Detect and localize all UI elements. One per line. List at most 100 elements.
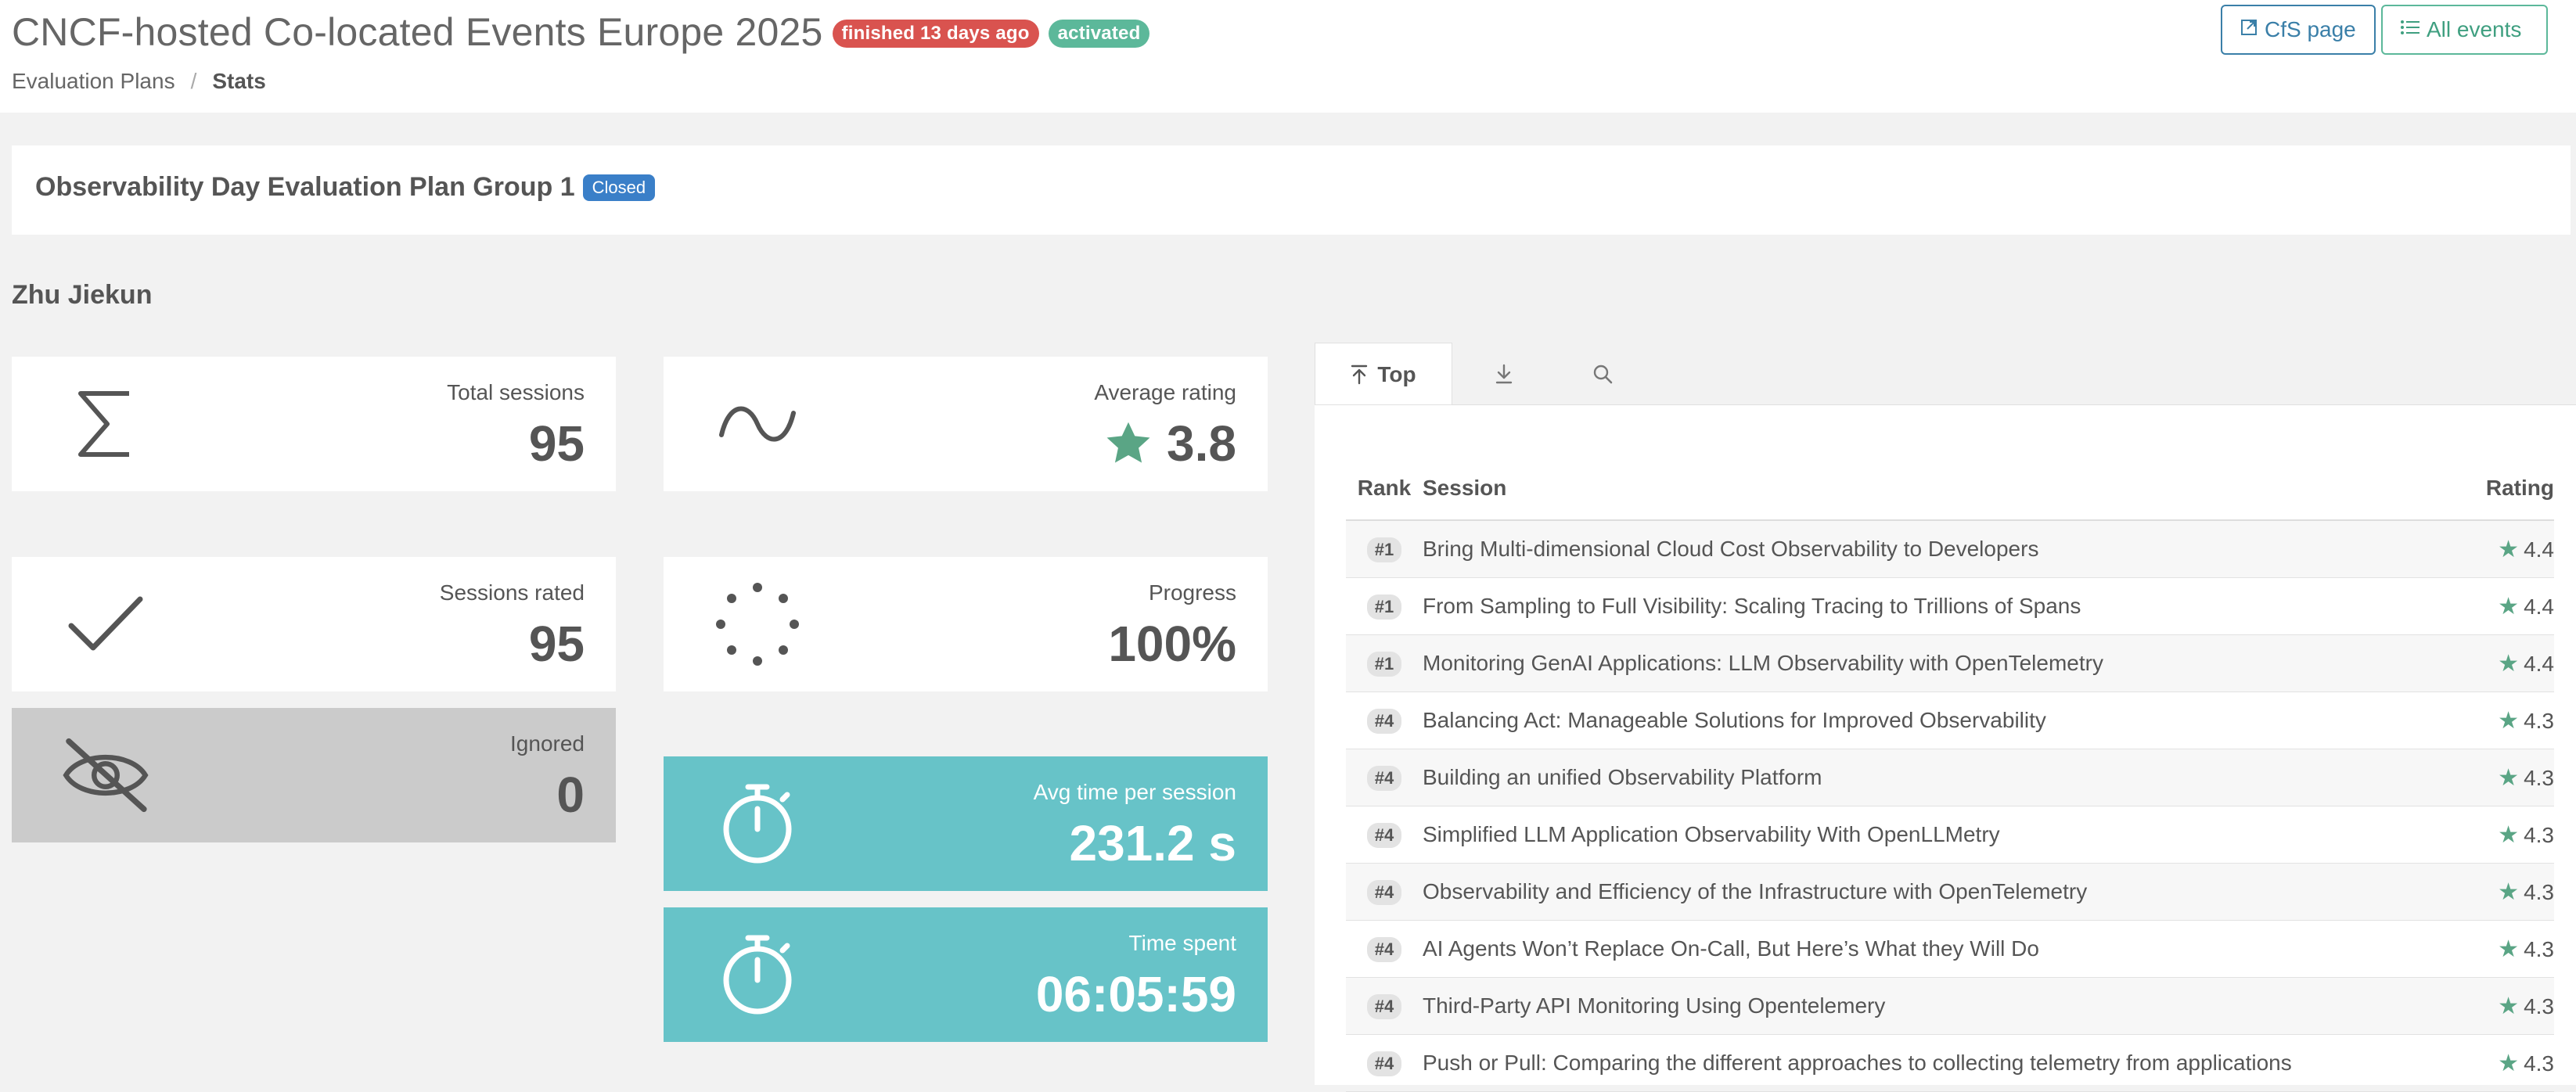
rank-cell: #4 [1346,863,1423,921]
cfs-page-label: CfS page [2265,17,2356,41]
rank-cell: #4 [1346,806,1423,864]
avg-time-label: Avg time per session [1033,780,1236,804]
ignored-card: Ignored 0 [12,708,616,842]
star-icon: ★ [2498,707,2520,734]
rating-cell: ★ 4.4 [2460,520,2554,578]
session-header[interactable]: Session [1423,457,2460,521]
rating-cell: ★ 4.3 [2460,749,2554,806]
session-cell: AI Agents Won’t Replace On-Call, But Her… [1423,920,2460,978]
plan-title-row: Observability Day Evaluation Plan Group … [35,172,656,203]
spinner-icon [711,583,804,666]
tab-top[interactable]: Top [1315,343,1452,405]
rating-value: 4.4 [2524,594,2554,619]
rating-value: 4.4 [2524,651,2554,676]
star-icon: ★ [2498,1050,2520,1076]
time-spent-card: Time spent 06:05:59 [664,907,1268,1042]
rank-badge: #1 [1366,537,1402,562]
avg-time-card: Avg time per session 231.2 s [664,756,1268,891]
all-events-label: All events [2427,17,2522,41]
table-row[interactable]: #4 Building an unified Observability Pla… [1346,749,2554,806]
total-sessions-card: Total sessions 95 [12,357,616,491]
sessions-rated-card: Sessions rated 95 [12,557,616,691]
tab-search[interactable] [1556,343,1650,405]
rank-badge: #4 [1366,880,1402,905]
star-icon: ★ [2498,593,2520,620]
star-icon [1103,418,1154,469]
time-spent-value: 06:05:59 [1035,966,1236,1022]
avg-time-value: 231.2 s [1069,815,1236,871]
breadcrumb: Evaluation Plans / Stats [12,69,266,94]
table-row[interactable]: #4 Simplified LLM Application Observabil… [1346,806,2554,864]
tab-top-label: Top [1377,361,1416,386]
star-icon: ★ [2498,993,2520,1019]
table-row[interactable]: #4 Observability and Efficiency of the I… [1346,863,2554,921]
rating-value: 4.3 [2524,765,2554,790]
breadcrumb-evaluation-plans[interactable]: Evaluation Plans [12,69,175,93]
session-cell: Simplified LLM Application Observability… [1423,806,2460,864]
breadcrumb-separator: / [190,69,197,93]
rating-cell: ★ 4.4 [2460,634,2554,692]
session-cell: Third-Party API Monitoring Using Opentel… [1423,977,2460,1035]
table-row[interactable]: #4 Push or Pull: Comparing the different… [1346,1034,2554,1092]
rank-cell: #4 [1346,977,1423,1035]
table-row[interactable]: #1 Monitoring GenAI Applications: LLM Ob… [1346,634,2554,692]
rank-badge: #1 [1366,652,1402,677]
ignored-label: Ignored [510,731,585,756]
plan-title: Observability Day Evaluation Plan Group … [35,172,575,202]
rating-cell: ★ 4.3 [2460,863,2554,921]
rank-cell: #4 [1346,749,1423,806]
breadcrumb-current: Stats [212,69,266,93]
stopwatch-icon [711,935,804,1015]
rating-value: 4.3 [2524,708,2554,733]
star-icon: ★ [2498,821,2520,848]
activated-badge: activated [1048,20,1150,48]
checkmark-icon [59,585,153,663]
rank-badge: #4 [1366,766,1402,791]
sessions-rated-value: 95 [528,616,585,672]
sigma-icon [59,385,153,463]
sessions-rated-label: Sessions rated [439,580,585,605]
eye-slash-icon [59,736,153,814]
rating-header[interactable]: Rating [2460,457,2554,521]
session-cell: Balancing Act: Manageable Solutions for … [1423,691,2460,749]
rank-badge: #4 [1366,994,1402,1019]
rating-value: 4.4 [2524,537,2554,562]
table-row[interactable]: #1 From Sampling to Full Visibility: Sca… [1346,577,2554,635]
total-sessions-label: Total sessions [447,380,585,404]
rating-value: 4.3 [2524,1051,2554,1076]
time-spent-label: Time spent [1128,931,1236,955]
rating-cell: ★ 4.3 [2460,1034,2554,1092]
cfs-page-button[interactable]: CfS page [2221,5,2376,55]
star-icon: ★ [2498,936,2520,962]
star-icon: ★ [2498,764,2520,791]
session-cell: Bring Multi-dimensional Cloud Cost Obser… [1423,520,2460,578]
rating-cell: ★ 4.3 [2460,977,2554,1035]
finished-badge: finished 13 days ago [832,20,1039,48]
event-title-row: CNCF-hosted Co-located Events Europe 202… [12,9,1150,55]
table-row[interactable]: #4 AI Agents Won’t Replace On-Call, But … [1346,920,2554,978]
event-title: CNCF-hosted Co-located Events Europe 202… [12,10,823,54]
rating-value: 4.3 [2524,993,2554,1018]
rank-cell: #1 [1346,634,1423,692]
star-icon: ★ [2498,536,2520,562]
rank-header[interactable]: Rank [1346,457,1423,521]
rating-cell: ★ 4.3 [2460,806,2554,864]
tilde-icon [711,385,804,463]
table-row[interactable]: #4 Third-Party API Monitoring Using Open… [1346,977,2554,1035]
ignored-value: 0 [556,767,585,823]
rank-badge: #4 [1366,823,1402,848]
progress-label: Progress [1148,580,1236,605]
table-row[interactable]: #4 Balancing Act: Manageable Solutions f… [1346,691,2554,749]
external-link-icon [2240,18,2258,42]
sessions-table: Rank Session Rating #1 Bring Multi-dimen… [1346,457,2554,1092]
all-events-button[interactable]: All events [2381,5,2548,55]
table-row[interactable]: #1 Bring Multi-dimensional Cloud Cost Ob… [1346,520,2554,578]
session-cell: From Sampling to Full Visibility: Scalin… [1423,577,2460,635]
rating-value: 4.3 [2524,936,2554,961]
download-icon [1495,364,1513,384]
progress-card: Progress 100% [664,557,1268,691]
tab-download[interactable] [1457,343,1551,405]
progress-value: 100% [1108,616,1236,672]
session-cell: Building an unified Observability Platfo… [1423,749,2460,806]
average-rating-card: Average rating 3.8 [664,357,1268,491]
